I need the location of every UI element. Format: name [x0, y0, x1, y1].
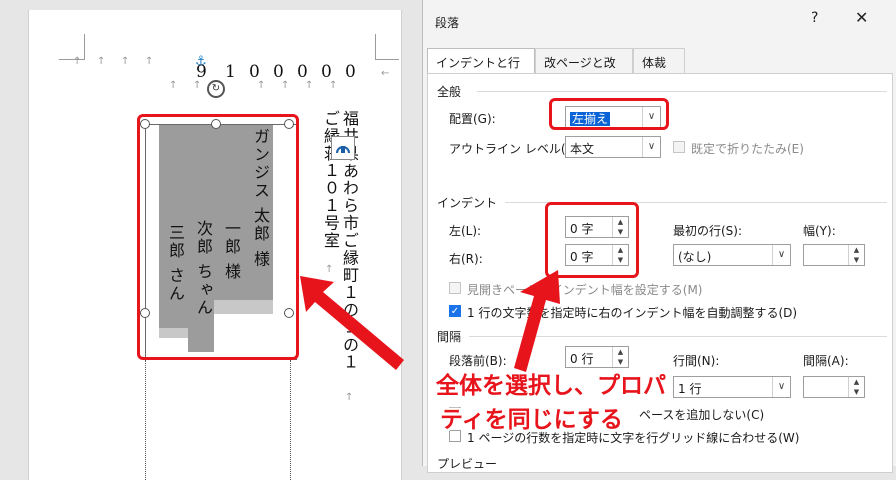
spin-buttons[interactable]: ▲ ▼ — [612, 347, 628, 367]
highlight-box-alignment — [549, 98, 669, 130]
section-preview: プレビュー — [437, 457, 498, 471]
indent-width-label: 幅(Y): — [803, 224, 836, 238]
no-space-label: ペースを追加しない(C) — [639, 408, 765, 422]
mirror-indents-checkbox[interactable] — [449, 282, 461, 294]
postal-digit: 9 — [196, 62, 207, 82]
chevron-down-icon: ∨ — [772, 377, 790, 397]
paragraph-mark: ↑ — [325, 264, 334, 275]
spin-down-icon: ▼ — [853, 256, 860, 264]
tab-indent-spacing[interactable]: インデントと行間隔 — [427, 48, 535, 87]
space-before-stepper[interactable]: 0 行 ▲ ▼ — [565, 346, 629, 368]
paragraph-mark: ↑ — [169, 80, 178, 91]
spin-down-icon: ▼ — [853, 388, 860, 396]
paragraph-mark: ↑ — [121, 56, 130, 67]
section-divider — [469, 336, 887, 337]
mirror-indents-label: 見開きページのインデント幅を設定する(M) — [467, 283, 703, 297]
paragraph-mark: ↑ — [73, 56, 82, 67]
first-line-label: 最初の行(S): — [673, 224, 743, 238]
chevron-down-icon: ∨ — [772, 245, 790, 265]
postal-digit: 0 — [321, 62, 332, 82]
auto-adjust-checkbox[interactable]: ✓ — [449, 305, 461, 317]
rotate-handle-icon[interactable]: ↻ — [207, 80, 225, 98]
outline-level-value: 本文 — [570, 142, 595, 156]
section-indent: インデント — [437, 196, 498, 210]
indent-left-label: 左(L): — [449, 224, 482, 238]
tab-asian-typography[interactable]: 体裁 — [633, 48, 685, 74]
outline-level-select[interactable]: 本文 ∨ — [565, 136, 661, 158]
first-line-select[interactable]: (なし) ∨ — [673, 244, 791, 266]
line-spacing-label: 行間(N): — [673, 354, 720, 368]
annotation-line-2: ティを同じにする — [440, 407, 623, 433]
crop-mark-top-right — [375, 34, 399, 60]
document-page[interactable]: ↑ ↑ ↑ ↑ ↑ ↑ ↑ ↑ ↑ ↑ ← ⚓ 9 1 0 0 0 0 0 ↻ … — [28, 10, 402, 480]
first-line-value: (なし) — [678, 250, 712, 264]
address-line-2: ご縁荘１０１号室 — [321, 110, 340, 250]
alignment-label: 配置(G): — [449, 112, 496, 126]
spin-up-icon: ▲ — [617, 348, 624, 356]
highlight-box-indent — [545, 202, 639, 278]
paragraph-mark: ↑ — [97, 56, 106, 67]
outline-level-label: アウトライン レベル(O): — [449, 142, 584, 156]
paragraph-mark: ↑ — [145, 56, 154, 67]
close-button[interactable]: ✕ — [855, 8, 868, 27]
layout-options-icon — [336, 146, 350, 154]
section-general: 全般 — [437, 85, 462, 99]
help-button[interactable]: ? — [811, 10, 818, 26]
postal-digit: 0 — [249, 62, 260, 82]
indent-right-label: 右(R): — [449, 252, 483, 266]
layout-options-button[interactable] — [331, 136, 355, 160]
line-spacing-value: 1 行 — [678, 382, 702, 396]
spacing-at-label: 間隔(A): — [803, 354, 849, 368]
section-divider — [477, 91, 887, 92]
return-mark: ← — [381, 68, 390, 79]
line-spacing-select[interactable]: 1 行 ∨ — [673, 376, 791, 398]
spin-up-icon: ▲ — [853, 246, 860, 254]
collapsed-label: 既定で折りたたみ(E) — [691, 142, 804, 156]
spacing-at-stepper[interactable]: ▲ ▼ — [803, 376, 865, 398]
spin-buttons[interactable]: ▲ ▼ — [848, 245, 864, 265]
space-before-value: 0 行 — [570, 352, 594, 366]
auto-adjust-label: 1 行の文字数を指定時に右のインデント幅を自動調整する(D) — [467, 306, 798, 320]
highlight-box-names — [137, 114, 299, 360]
chevron-down-icon: ∨ — [642, 137, 660, 157]
indent-width-stepper[interactable]: ▲ ▼ — [803, 244, 865, 266]
collapsed-checkbox[interactable] — [673, 141, 685, 153]
spin-up-icon: ▲ — [853, 378, 860, 386]
postal-digit: 1 — [225, 62, 236, 82]
postal-digit: 0 — [273, 62, 284, 82]
spin-buttons[interactable]: ▲ ▼ — [848, 377, 864, 397]
section-spacing: 間隔 — [437, 330, 462, 344]
annotation-line-1: 全体を選択し、プロパ — [436, 373, 666, 399]
postal-digit: 0 — [297, 62, 308, 82]
dialog-title: 段落 — [435, 16, 460, 30]
dialog-titlebar[interactable]: 段落 ? ✕ — [423, 0, 896, 40]
paragraph-mark: ↑ — [345, 392, 354, 403]
text-frame-boundary — [145, 360, 291, 480]
postal-digit: 0 — [345, 62, 356, 82]
tab-line-page-breaks[interactable]: 改ページと改行 — [535, 48, 633, 87]
